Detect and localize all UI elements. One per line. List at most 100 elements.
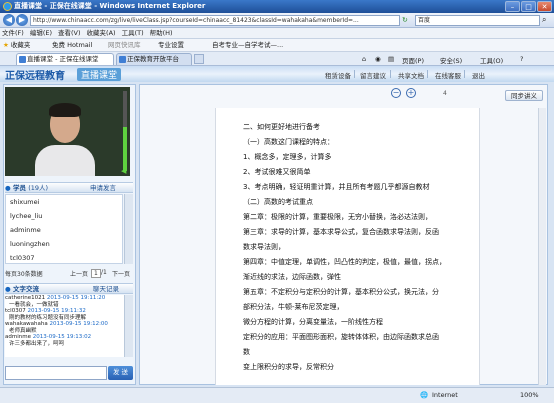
doc-line: 3、考点明确，轻证明重计算，并且所有考题几乎都源自教材 [243,183,430,191]
menu-view[interactable]: 查看(V) [58,29,81,37]
page-number-input[interactable]: 1 [91,269,101,278]
search-icon[interactable]: ⌕ [542,15,546,25]
next-page-link[interactable]: 下一页 [112,269,130,278]
tab-bar: 直播课堂 - 正保在线课堂 正保教育开放平台 [0,52,554,66]
video-teacher-body [35,145,95,176]
home-icon[interactable]: ⌂ [362,55,366,63]
page-icon [119,56,126,63]
favorites-label: 收藏夹 [10,41,31,49]
chat-user: tcl0307 [5,308,26,314]
print-icon[interactable]: ▤ [388,55,394,63]
lecture-document: 二、如何更好地进行备考 （一）高数这门课程的特点： 1、概念多，定理多，计算多 … [215,108,480,385]
menu-favorites[interactable]: 收藏夹(A) [87,29,116,37]
favorites-button[interactable]: ★ 收藏夹 [3,39,30,52]
safety-menu[interactable]: 安全(S) [440,55,462,65]
doc-line: 微分方程的计算，分离变量法，一阶线性方程 [243,318,383,326]
search-input[interactable]: 百度 [415,15,540,26]
url-input[interactable]: http://www.chinaacc.com/zg/live/liveClas… [30,15,400,26]
student-name: shixumei [10,198,40,206]
list-item[interactable]: luoningzhen [10,240,50,248]
status-bar: 🌐 Internet 100% [0,387,554,403]
zoom-out-icon[interactable]: − [391,88,401,98]
page-menu[interactable]: 页面(P) [402,55,424,65]
sync-notes-button[interactable]: 同步讲义 [505,90,543,101]
chat-header: ● 文字交流 聊天记录 [5,283,133,294]
rss-icon[interactable]: ◉ [375,55,381,63]
page-indicator: 4 [443,90,447,97]
apply-speak-button[interactable]: 申请发言 [90,183,116,193]
nav-rent-device[interactable]: 租赁设备 [325,70,351,80]
doc-line: （二）高数的考试重点 [243,198,313,206]
menu-bar: 文件(F) 编辑(E) 查看(V) 收藏夹(A) 工具(T) 帮助(H) [0,28,554,39]
maximize-button[interactable]: □ [521,1,536,12]
nav-suggestion[interactable]: 留言建议 [360,70,386,80]
fav-item-settings[interactable]: 专业设置 [158,39,184,52]
chat-user: wahakawahaha [5,321,48,327]
nav-divider [464,70,465,78]
chat-time: 2013-09-15 19:13:02 [32,334,92,340]
ie-logo-icon [3,2,12,11]
nav-logout[interactable]: 退出 [472,70,485,80]
address-bar: ◀ ▶ http://www.chinaacc.com/zg/live/live… [0,13,554,28]
fav-item-hotmail[interactable]: 免费 Hotmail [52,39,92,52]
window-controls: – □ ✕ [505,1,552,12]
zoom-level[interactable]: 100% [520,388,539,402]
student-list: shixumei lychee_liu adminme luoningzhen … [5,194,123,264]
teacher-video: ◀ [5,87,130,176]
speaker-icon[interactable]: ◀ [121,167,126,175]
doc-line: （一）高数这门课程的特点： [243,138,334,146]
star-icon: ★ [3,41,9,49]
nav-divider [354,70,355,78]
students-title: 学员 [12,184,26,192]
chat-icon: ● [5,285,11,293]
chat-user: adminme [5,334,31,340]
window-title: 直播课堂 - 正保在线课堂 - Windows Internet Explore… [14,2,206,10]
forward-button[interactable]: ▶ [16,14,28,26]
fav-item-zikao[interactable]: 自考专业—自学考试—... [212,39,283,52]
back-button[interactable]: ◀ [3,14,15,26]
student-name: luoningzhen [10,240,50,248]
page-total: /1 [101,269,107,276]
list-item[interactable]: tcl0307 [10,254,34,262]
doc-line: 第二章：极限的计算，重要极限，无穷小替换，洛必达法则， [243,213,432,221]
student-list-scrollbar[interactable] [124,194,133,264]
prev-page-link[interactable]: 上一页 [70,269,88,278]
doc-line: 第四章：中值定理，单调性，凹凸性的判定，极值，最值，拐点， [243,258,446,266]
menu-edit[interactable]: 编辑(E) [30,29,52,37]
chat-time: 2013-09-15 19:12:00 [49,321,108,327]
help-icon[interactable]: ? [520,55,523,63]
nav-online-service[interactable]: 在线客服 [435,70,461,80]
window-title-bar: 直播课堂 - 正保在线课堂 - Windows Internet Explore… [0,0,554,13]
chat-text: 许三多都出来了，呵呵 [9,340,65,347]
minimize-button[interactable]: – [505,1,520,12]
chat-scrollbar[interactable] [124,295,133,357]
tools-menu[interactable]: 工具(O) [480,55,503,65]
student-pager: 每页30条数据 上一页 1 /1 下一页 [5,269,133,278]
list-item[interactable]: shixumei [10,198,39,206]
list-item[interactable]: lychee_liu [10,212,42,220]
live-class-logo: 直播课堂 [77,68,122,81]
nav-shared-docs[interactable]: 共享文档 [398,70,424,80]
refresh-icon[interactable]: ↻ [402,16,408,24]
chat-input[interactable] [5,366,107,380]
menu-help[interactable]: 帮助(H) [150,29,173,37]
tab-open-platform[interactable]: 正保教育开放平台 [116,53,192,65]
fav-item-webslice[interactable]: 网页快讯库 [108,39,141,52]
doc-line: 第五章：不定积分与定积分的计算，基本积分公式，换元法，分 [243,288,439,296]
chat-messages: catherine1021 2013-09-15 19:11:20 一看就会，一… [5,295,131,357]
app-header: 正保远程教育 直播课堂 租赁设备 留言建议 共享文档 在线客服 退出 [0,66,554,82]
nav-divider [390,70,391,78]
document-scrollbar[interactable] [538,108,546,385]
student-name: tcl0307 [10,254,35,262]
chat-record-button[interactable]: 聊天记录 [93,284,119,294]
zoom-in-icon[interactable]: + [406,88,416,98]
students-icon: ● [5,184,11,192]
new-tab-button[interactable] [194,54,204,64]
doc-line: 部积分法，牛顿-莱布尼茨定理， [243,303,344,311]
menu-tools[interactable]: 工具(T) [122,29,144,37]
menu-file[interactable]: 文件(F) [2,29,24,37]
list-item[interactable]: adminme [10,226,41,234]
send-button[interactable]: 发 送 [108,366,133,380]
tab-live-class[interactable]: 直播课堂 - 正保在线课堂 [16,53,114,65]
close-button[interactable]: ✕ [537,1,552,12]
